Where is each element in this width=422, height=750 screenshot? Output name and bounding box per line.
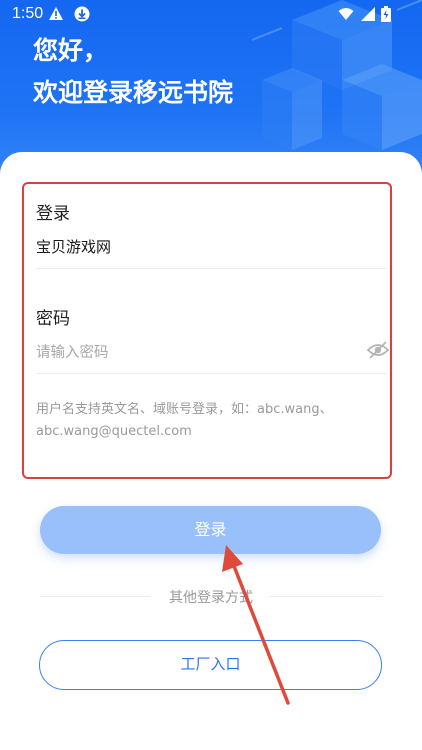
- other-methods-divider-right: [270, 596, 382, 597]
- status-bar: 1:50: [0, 0, 422, 30]
- account-divider: [36, 268, 386, 269]
- other-login-methods-label[interactable]: 其他登录方式: [0, 587, 422, 607]
- greeting-line-2: 欢迎登录移远书院: [33, 78, 234, 107]
- factory-entry-button[interactable]: 工厂入口: [39, 640, 382, 690]
- signal-icon: [361, 7, 375, 21]
- password-label: 密码: [36, 309, 70, 329]
- login-button[interactable]: 登录: [40, 506, 381, 554]
- status-time: 1:50: [12, 5, 44, 22]
- greeting-text: 您好， 欢迎登录移远书院: [33, 30, 233, 114]
- password-divider: [36, 373, 386, 374]
- password-field[interactable]: 请输入密码: [36, 341, 109, 362]
- wifi-icon: [338, 8, 354, 20]
- alert-icon: [49, 7, 63, 20]
- download-icon: [74, 6, 90, 22]
- hide-password-icon[interactable]: [367, 340, 389, 360]
- username-hint: 用户名支持英文名、域账号登录，如：abc.wang、abc.wang@quect…: [36, 402, 333, 439]
- battery-icon: [381, 6, 391, 22]
- account-label: 登录: [36, 204, 70, 224]
- account-field[interactable]: 宝贝游戏网: [36, 236, 111, 257]
- greeting-line-1: 您好，: [33, 36, 109, 65]
